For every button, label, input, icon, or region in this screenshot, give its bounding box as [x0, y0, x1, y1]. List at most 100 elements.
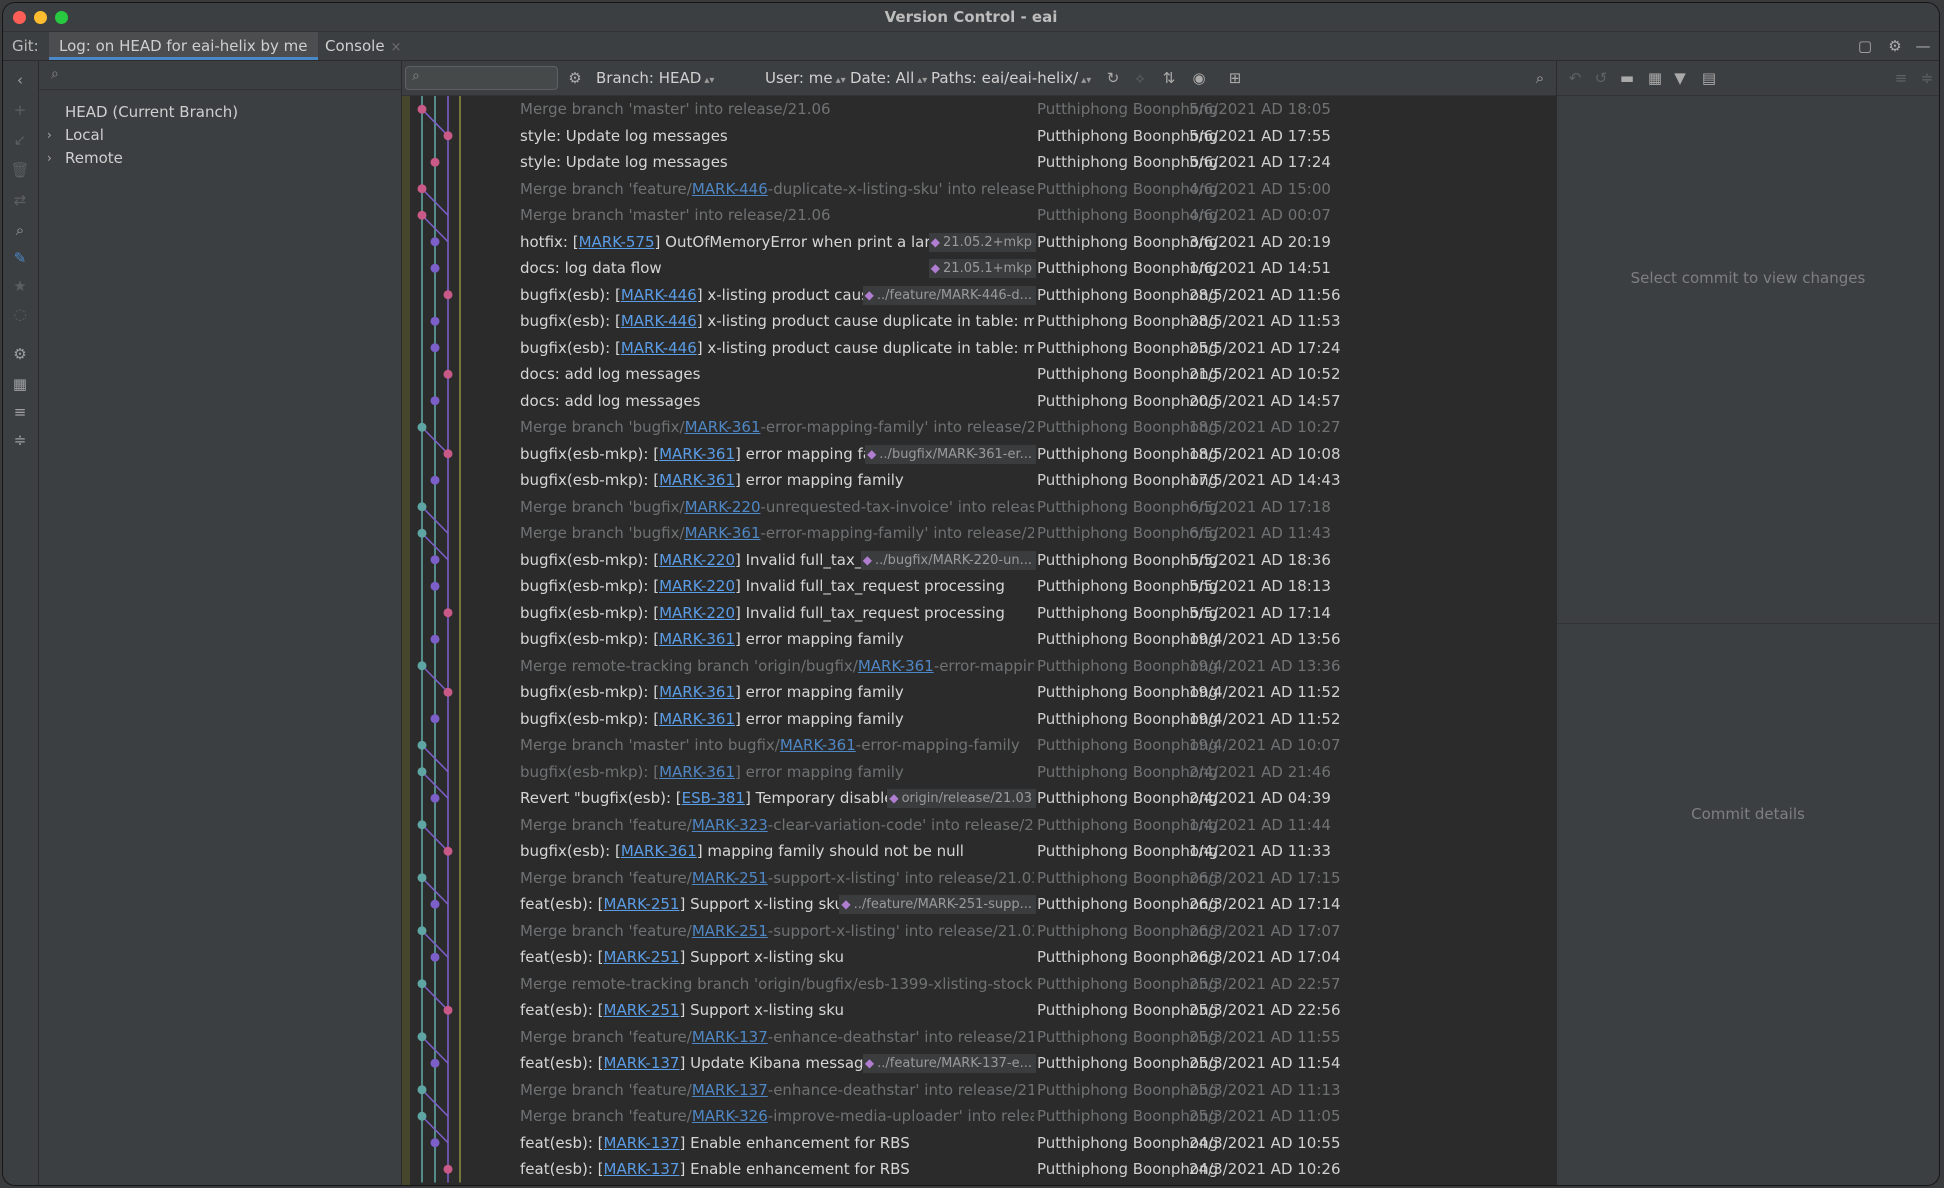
ticket-link[interactable]: MARK-220	[659, 577, 735, 595]
ticket-link[interactable]: MARK-361	[659, 710, 735, 728]
branch-search[interactable]: ⌕	[39, 61, 401, 90]
ticket-link[interactable]: MARK-137	[692, 1028, 768, 1046]
edit-icon[interactable]: ✎	[9, 247, 31, 269]
ticket-link[interactable]: MARK-220	[685, 498, 761, 516]
commit-row[interactable]: feat(esb): [MARK-137] Update Kibana mess…	[402, 1050, 1556, 1077]
ticket-link[interactable]: ESB-381	[682, 789, 745, 807]
ticket-link[interactable]: MARK-220	[659, 551, 735, 569]
commit-row[interactable]: style: Update log messages Putthiphong Bo…	[402, 149, 1556, 176]
expand-all-icon[interactable]: ≡	[1891, 68, 1911, 88]
commit-row[interactable]: bugfix(esb-mkp): [MARK-361] error mappin…	[402, 467, 1556, 494]
ticket-link[interactable]: MARK-361	[858, 657, 934, 675]
commit-row[interactable]: feat(esb): [MARK-251] Support x-listing …	[402, 997, 1556, 1024]
cherry-pick-icon[interactable]: ⟡	[1130, 68, 1150, 88]
commit-row[interactable]: Merge branch 'feature/MARK-323-clear-var…	[402, 812, 1556, 839]
layout-icon[interactable]: ▤	[1699, 68, 1719, 88]
group-by-icon[interactable]: ▦	[1645, 68, 1665, 88]
commit-row[interactable]: Merge branch 'bugfix/MARK-220-unrequeste…	[402, 494, 1556, 521]
hide-icon[interactable]: —	[1913, 36, 1933, 56]
ticket-link[interactable]: MARK-575	[579, 233, 655, 251]
ticket-link[interactable]: MARK-137	[604, 1134, 680, 1152]
tree-item-head[interactable]: HEAD (Current Branch)	[65, 101, 238, 123]
commit-row[interactable]: Merge branch 'master' into release/21.06…	[402, 202, 1556, 229]
ticket-link[interactable]: MARK-361	[621, 842, 697, 860]
close-tab-icon[interactable]: ×	[391, 40, 402, 55]
compare-icon[interactable]: ⇄	[9, 189, 31, 211]
details-divider[interactable]	[1557, 623, 1939, 624]
ticket-link[interactable]: MARK-361	[659, 471, 735, 489]
commit-row[interactable]: bugfix(esb-mkp): [MARK-361] error mappin…	[402, 759, 1556, 786]
ticket-link[interactable]: MARK-446	[621, 339, 697, 357]
layout-icon[interactable]: ▢	[1855, 36, 1875, 56]
chevron-right-icon[interactable]: ›	[47, 124, 52, 146]
commit-row[interactable]: bugfix(esb): [MARK-446] x-listing produc…	[402, 282, 1556, 309]
commit-row[interactable]: Merge branch 'feature/MARK-446-duplicate…	[402, 176, 1556, 203]
ticket-link[interactable]: MARK-251	[692, 869, 768, 887]
commit-row[interactable]: bugfix(esb-mkp): [MARK-361] error mappin…	[402, 626, 1556, 653]
branch-filter[interactable]: Branch: HEAD ▴▾	[596, 61, 714, 98]
sort-icon[interactable]: ⇅	[1159, 68, 1179, 88]
commit-row[interactable]: bugfix(esb-mkp): [MARK-361] error mappin…	[402, 679, 1556, 706]
tree-item-local[interactable]: › Local	[39, 124, 239, 146]
commit-row[interactable]: bugfix(esb-mkp): [MARK-220] Invalid full…	[402, 600, 1556, 627]
add-icon[interactable]: +	[9, 99, 31, 121]
revert-icon[interactable]: ↶	[1565, 68, 1585, 88]
commit-row[interactable]: Merge branch 'master' into bugfix/MARK-3…	[402, 732, 1556, 759]
collapse-all-icon[interactable]: ≑	[9, 429, 31, 451]
ticket-link[interactable]: MARK-361	[659, 630, 735, 648]
search-icon[interactable]: ⌕	[9, 219, 31, 241]
ticket-link[interactable]: MARK-446	[621, 312, 697, 330]
ticket-link[interactable]: MARK-137	[604, 1160, 680, 1178]
delete-icon[interactable]: 🗑	[9, 159, 31, 181]
commit-row[interactable]: style: Update log messages Putthiphong Bo…	[402, 123, 1556, 150]
star-icon[interactable]: ★	[9, 275, 31, 297]
commit-row[interactable]: feat(esb): [MARK-137] Enable enhancement…	[402, 1156, 1556, 1183]
checkout-icon[interactable]: ↙	[9, 129, 31, 151]
ticket-link[interactable]: MARK-251	[604, 895, 680, 913]
commit-row[interactable]: feat(esb): [MARK-137] Enable enhancement…	[402, 1130, 1556, 1157]
ticket-link[interactable]: MARK-361	[659, 683, 735, 701]
commit-row[interactable]: docs: add log messages Putthiphong Boonph…	[402, 361, 1556, 388]
collapse-all-icon[interactable]: ≑	[1917, 68, 1937, 88]
commit-row[interactable]: Merge branch 'feature/MARK-137-enhance-d…	[402, 1024, 1556, 1051]
commit-row[interactable]: bugfix(esb-mkp): [MARK-361] error mappin…	[402, 706, 1556, 733]
commit-row[interactable]: bugfix(esb): [MARK-361] mapping family s…	[402, 838, 1556, 865]
date-filter[interactable]: Date: All ▴▾	[850, 61, 927, 98]
back-arrow-icon[interactable]: ‹	[9, 69, 31, 91]
commit-row[interactable]: Merge remote-tracking branch 'origin/bug…	[402, 971, 1556, 998]
commit-row[interactable]: docs: add log messages Putthiphong Boonph…	[402, 388, 1556, 415]
new-tab-icon[interactable]: ⊞	[1225, 68, 1245, 88]
commit-row[interactable]: bugfix(esb-mkp): [MARK-220] Invalid full…	[402, 573, 1556, 600]
search-icon[interactable]: ⌕	[1530, 68, 1550, 88]
ticket-link[interactable]: MARK-323	[692, 816, 768, 834]
user-filter[interactable]: User: me ▴▾	[765, 61, 846, 98]
settings-icon[interactable]: ⚙	[9, 343, 31, 365]
commit-row[interactable]: Merge branch 'master' into release/21.06…	[402, 96, 1556, 123]
ticket-link[interactable]: MARK-361	[685, 524, 761, 542]
filter-icon[interactable]: ▼	[1670, 68, 1690, 88]
commit-row[interactable]: bugfix(esb-mkp): [MARK-220] Invalid full…	[402, 547, 1556, 574]
commit-row[interactable]: Merge branch 'bugfix/MARK-361-error-mapp…	[402, 520, 1556, 547]
ticket-link[interactable]: MARK-326	[692, 1107, 768, 1125]
commit-row[interactable]: Merge branch 'bugfix/MARK-361-error-mapp…	[402, 414, 1556, 441]
ticket-link[interactable]: MARK-361	[685, 418, 761, 436]
ticket-link[interactable]: MARK-251	[692, 922, 768, 940]
tab-console[interactable]: Console ×	[315, 32, 411, 60]
fetch-icon[interactable]: ◌	[9, 303, 31, 325]
folder-icon[interactable]: ▬	[1617, 68, 1637, 88]
commit-row[interactable]: Merge branch 'feature/MARK-326-improve-m…	[402, 1103, 1556, 1130]
eye-icon[interactable]: ◉	[1189, 68, 1209, 88]
commit-row[interactable]: bugfix(esb-mkp): [MARK-361] error mappin…	[402, 441, 1556, 468]
expand-all-icon[interactable]: ≡	[9, 401, 31, 423]
commit-row[interactable]: bugfix(esb): [MARK-446] x-listing produc…	[402, 308, 1556, 335]
log-search-input[interactable]: ⌕	[405, 66, 558, 90]
chevron-right-icon[interactable]: ›	[47, 147, 52, 169]
paths-filter[interactable]: Paths: eai/eai-helix/▴▾	[931, 61, 1091, 98]
commit-row[interactable]: Revert "bugfix(esb): [ESB-381] Temporary…	[402, 785, 1556, 812]
ticket-link[interactable]: MARK-137	[604, 1054, 680, 1072]
ticket-link[interactable]: MARK-137	[692, 1081, 768, 1099]
commit-row[interactable]: bugfix(esb): [MARK-446] x-listing produc…	[402, 335, 1556, 362]
ticket-link[interactable]: MARK-361	[659, 763, 735, 781]
tree-item-remote[interactable]: › Remote	[39, 147, 239, 169]
commit-row[interactable]: hotfix: [MARK-575] OutOfMemoryError when…	[402, 229, 1556, 256]
